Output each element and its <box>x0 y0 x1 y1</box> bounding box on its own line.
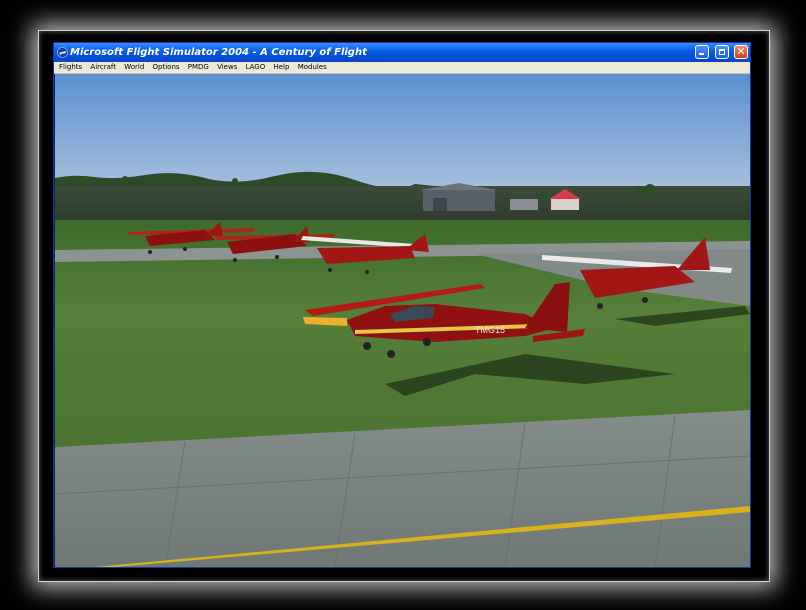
title-bar[interactable]: Microsoft Flight Simulator 2004 - A Cent… <box>54 43 750 62</box>
close-button[interactable]: ✕ <box>734 45 748 59</box>
close-icon: ✕ <box>736 45 746 58</box>
simulator-3d-view[interactable]: TMG15 <box>55 74 750 567</box>
window-controls: ✕ <box>693 45 748 60</box>
menu-aircraft[interactable]: Aircraft <box>87 62 119 73</box>
small-building <box>510 199 538 210</box>
menu-help[interactable]: Help <box>270 62 292 73</box>
flight-sim-app-icon <box>57 47 68 58</box>
airfield-scene: TMG15 <box>55 74 750 567</box>
menu-lago[interactable]: LAGO <box>243 62 269 73</box>
maximize-button[interactable] <box>714 45 729 59</box>
menu-options[interactable]: Options <box>150 62 183 73</box>
minimize-icon <box>699 53 705 55</box>
menu-modules[interactable]: Modules <box>295 62 330 73</box>
minimize-button[interactable] <box>695 45 710 59</box>
flight-simulator-window: Microsoft Flight Simulator 2004 - A Cent… <box>53 42 751 568</box>
aircraft-registration: TMG15 <box>475 325 505 335</box>
window-title: Microsoft Flight Simulator 2004 - A Cent… <box>70 47 367 58</box>
menu-views[interactable]: Views <box>214 62 240 73</box>
maximize-icon <box>718 49 725 55</box>
menu-pmdg[interactable]: PMDG <box>185 62 212 73</box>
menu-world[interactable]: World <box>121 62 147 73</box>
menu-flights[interactable]: Flights <box>56 62 85 73</box>
menu-bar: Flights Aircraft World Options PMDG View… <box>54 62 750 74</box>
